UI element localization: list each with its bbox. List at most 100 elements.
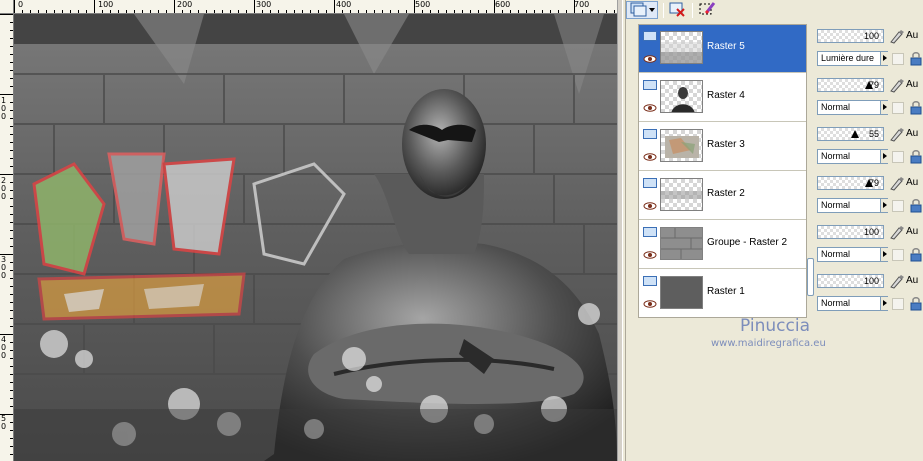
- mask-icon[interactable]: [892, 102, 904, 114]
- layer-lock-icon[interactable]: [908, 99, 923, 115]
- opacity-slider[interactable]: 79: [817, 78, 884, 92]
- ruler-label: 500: [415, 0, 431, 9]
- chevron-right-icon[interactable]: [880, 199, 888, 212]
- layer-lock-icon[interactable]: [908, 295, 923, 311]
- layer-row-raster-1[interactable]: Raster 1: [639, 270, 806, 318]
- mask-icon[interactable]: [892, 53, 904, 65]
- chevron-right-icon[interactable]: [880, 150, 888, 163]
- layer-list-scrollbar-thumb[interactable]: [807, 258, 814, 296]
- blend-mode-value: Lumière dure: [821, 53, 875, 63]
- opacity-slider[interactable]: 100: [817, 225, 884, 239]
- blend-mode-value: Normal: [821, 200, 851, 210]
- delete-layer-button[interactable]: [667, 1, 687, 19]
- visibility-eye-icon[interactable]: [643, 250, 657, 259]
- opacity-value: 79: [868, 178, 879, 188]
- psp-workspace: 0 100 200 300 400 500 600 700 1 0 0 2 0 …: [0, 0, 923, 461]
- lock-transparency-icon[interactable]: [889, 78, 905, 93]
- chevron-right-icon[interactable]: [880, 248, 888, 261]
- delete-layer-icon: [668, 1, 686, 20]
- layer-row-raster-4[interactable]: Raster 4: [639, 74, 806, 122]
- visibility-eye-icon[interactable]: [643, 299, 657, 308]
- mask-icon[interactable]: [892, 249, 904, 261]
- edit-selection-icon: [698, 1, 716, 20]
- blend-mode-value: Normal: [821, 249, 851, 259]
- opacity-slider[interactable]: 100: [817, 274, 884, 288]
- auto-label: Au: [906, 128, 919, 139]
- layer-thumbnail: [660, 227, 703, 260]
- layer-properties: 100 Au Lumière dure 79 Au Normal 55 Au N…: [816, 24, 923, 318]
- layers-toolbar: [626, 0, 923, 22]
- layer-lock-icon[interactable]: [908, 246, 923, 262]
- layer-props-row: 79 Au Normal: [816, 73, 923, 121]
- edit-selection-button[interactable]: [697, 1, 717, 19]
- auto-label: Au: [906, 226, 919, 237]
- chevron-right-icon[interactable]: [880, 52, 888, 65]
- blend-mode-select[interactable]: Normal: [817, 198, 888, 213]
- opacity-value: 100: [863, 276, 879, 286]
- layer-lock-icon[interactable]: [908, 50, 923, 66]
- ruler-label: 3 0 0: [1, 255, 7, 280]
- chevron-right-icon[interactable]: [880, 101, 888, 114]
- visibility-eye-icon[interactable]: [643, 103, 657, 112]
- blend-mode-select[interactable]: Normal: [817, 100, 888, 115]
- layer-row-raster-2[interactable]: Raster 2: [639, 172, 806, 220]
- blend-mode-select[interactable]: Normal: [817, 296, 888, 311]
- layer-name: Raster 3: [707, 139, 745, 150]
- layer-name: Raster 2: [707, 188, 745, 199]
- lock-transparency-icon[interactable]: [889, 29, 905, 44]
- layer-props-row: 100 Au Lumière dure: [816, 24, 923, 72]
- blend-mode-select[interactable]: Normal: [817, 149, 888, 164]
- opacity-slider[interactable]: 100: [817, 29, 884, 43]
- layer-row-raster-5[interactable]: Raster 5: [639, 25, 806, 73]
- layer-list: Raster 5 Raster 4 Raster 3 Raster 2 Grou…: [638, 24, 807, 318]
- auto-label: Au: [906, 275, 919, 286]
- opacity-slider[interactable]: 55: [817, 127, 884, 141]
- new-layer-button[interactable]: [626, 1, 658, 19]
- layer-props-row: 55 Au Normal: [816, 122, 923, 170]
- layer-row-groupe-raster-2[interactable]: Groupe - Raster 2: [639, 221, 806, 269]
- ruler-corner: [0, 0, 14, 14]
- layer-type-icon: [643, 129, 657, 139]
- ruler-label: 4 0 0: [1, 335, 7, 360]
- ruler-label: 600: [495, 0, 511, 9]
- chevron-right-icon[interactable]: [880, 297, 888, 310]
- lock-transparency-icon[interactable]: [889, 274, 905, 289]
- layer-name: Raster 1: [707, 286, 745, 297]
- layer-props-row: 79 Au Normal: [816, 171, 923, 219]
- ruler-horizontal: 0 100 200 300 400 500 600 700: [14, 0, 617, 14]
- watermark-url: www.maidiregrafica.eu: [711, 338, 826, 349]
- visibility-eye-icon[interactable]: [643, 54, 657, 63]
- watermark-title: Pinuccia: [740, 316, 810, 336]
- lock-transparency-icon[interactable]: [889, 225, 905, 240]
- layer-lock-icon[interactable]: [908, 148, 923, 164]
- layer-row-raster-3[interactable]: Raster 3: [639, 123, 806, 171]
- opacity-value: 100: [863, 31, 879, 41]
- layer-type-icon: [643, 178, 657, 188]
- auto-label: Au: [906, 177, 919, 188]
- layer-props-row: 100 Au Normal: [816, 220, 923, 268]
- layer-props-row: 100 Au Normal: [816, 269, 923, 317]
- lock-transparency-icon[interactable]: [889, 176, 905, 191]
- mask-icon[interactable]: [892, 200, 904, 212]
- ruler-label: 0: [18, 0, 24, 9]
- layer-name: Raster 5: [707, 41, 745, 52]
- layer-name: Groupe - Raster 2: [707, 237, 788, 248]
- opacity-slider-caret[interactable]: [851, 130, 859, 138]
- layer-type-icon: [643, 80, 657, 90]
- mask-icon[interactable]: [892, 298, 904, 310]
- visibility-eye-icon[interactable]: [643, 152, 657, 161]
- layer-name: Raster 4: [707, 90, 745, 101]
- visibility-eye-icon[interactable]: [643, 201, 657, 210]
- lock-transparency-icon[interactable]: [889, 127, 905, 142]
- opacity-slider[interactable]: 79: [817, 176, 884, 190]
- auto-label: Au: [906, 30, 919, 41]
- ruler-label: 400: [336, 0, 352, 9]
- layer-lock-icon[interactable]: [908, 197, 923, 213]
- image-canvas[interactable]: [14, 14, 617, 461]
- blend-mode-select[interactable]: Normal: [817, 247, 888, 262]
- mask-icon[interactable]: [892, 151, 904, 163]
- ruler-label: 300: [256, 0, 272, 9]
- blend-mode-select[interactable]: Lumière dure: [817, 51, 888, 66]
- layer-thumbnail: [660, 129, 703, 162]
- layer-type-icon: [643, 31, 657, 41]
